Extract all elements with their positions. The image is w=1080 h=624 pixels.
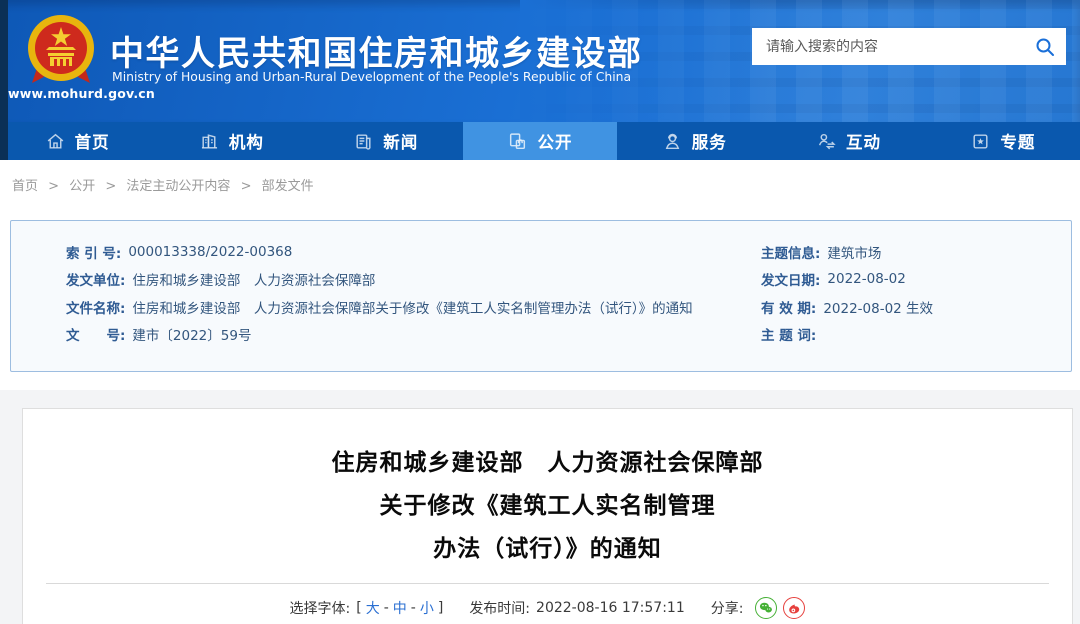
meta-label: 有 效 期: [761, 300, 817, 317]
nav-item-news[interactable]: 新闻 [309, 122, 463, 160]
article-title-line: 关于修改《建筑工人实名制管理 [379, 493, 716, 519]
main-nav: 首页 机构 新闻 公开 服务 互动 专题 [0, 122, 1080, 160]
nav-item-home[interactable]: 首页 [0, 122, 154, 160]
meta-row-index-number: 索 引 号: 000013338/2022-00368 [66, 238, 761, 266]
breadcrumb-statutory-disclosure[interactable]: 法定主动公开内容 [126, 179, 230, 194]
weibo-icon[interactable] [783, 597, 806, 619]
breadcrumb-home[interactable]: 首页 [12, 179, 38, 194]
article-title-line: 住房和城乡建设部 人力资源社会保障部 [331, 450, 764, 476]
meta-label: 主题信息: [761, 245, 821, 262]
nav-label: 机构 [228, 133, 264, 152]
meta-row-keywords: 主 题 词: [761, 321, 1071, 349]
interaction-icon [819, 133, 836, 149]
nav-item-disclosure[interactable]: 公开 [462, 122, 618, 160]
search-input[interactable] [766, 38, 1034, 55]
meta-row-document-number: 文 号: 建市〔2022〕59号 [66, 321, 761, 349]
nav-label: 服务 [691, 133, 727, 152]
breadcrumb-separator: > [240, 179, 252, 194]
publish-time-label: 发布时间: [469, 601, 531, 617]
meta-row-issuing-unit: 发文单位: 住房和城乡建设部 人力资源社会保障部 [66, 266, 761, 294]
bracket: ] [437, 600, 444, 616]
nav-label: 公开 [537, 133, 573, 152]
meta-label: 索 引 号: [66, 245, 122, 262]
meta-right-column: 主题信息: 建筑市场 发文日期: 2022-08-02 有 效 期: 2022-… [761, 238, 1071, 348]
article-title-line: 办法（试行）》的通知 [433, 536, 662, 562]
meta-value: 住房和城乡建设部 人力资源社会保障部关于修改《建筑工人实名制管理办法（试行）》的… [132, 300, 693, 317]
site-title-english: Ministry of Housing and Urban-Rural Deve… [112, 69, 632, 84]
nav-label: 首页 [74, 133, 110, 152]
meta-label: 文件名称: [66, 300, 126, 317]
font-size-large-button[interactable]: 大 [366, 598, 380, 618]
font-size-selector: 选择字体: [ 大 - 中 - 小 ] [290, 598, 444, 618]
publish-time: 发布时间: 2022-08-16 17:57:11 [469, 598, 684, 618]
site-header: www.mohurd.gov.cn 中华人民共和国住房和城乡建设部 Minist… [0, 0, 1080, 122]
wechat-icon[interactable] [755, 597, 778, 619]
page: www.mohurd.gov.cn 中华人民共和国住房和城乡建设部 Minist… [0, 0, 1080, 624]
meta-value: 000013338/2022-00368 [128, 243, 293, 260]
site-title: 中华人民共和国住房和城乡建设部 [110, 34, 643, 74]
topic-icon [973, 133, 988, 149]
meta-value: 2022-08-02 生效 [823, 300, 934, 317]
breadcrumb-current-page: 部发文件 [261, 179, 314, 194]
share-group: 分享: [711, 597, 806, 619]
meta-row-document-title: 文件名称: 住房和城乡建设部 人力资源社会保障部关于修改《建筑工人实名制管理办法… [66, 293, 761, 321]
meta-label: 发文日期: [761, 273, 821, 290]
nav-item-organization[interactable]: 机构 [154, 122, 308, 160]
meta-label: 文 号: [66, 328, 126, 345]
publish-time-value: 2022-08-16 17:57:11 [536, 600, 685, 616]
title-divider [46, 583, 1049, 584]
meta-value: 建市〔2022〕59号 [132, 328, 252, 345]
bracket: [ [356, 600, 362, 616]
search-box [752, 28, 1066, 65]
article-title: 住房和城乡建设部 人力资源社会保障部 关于修改《建筑工人实名制管理 办法（试行）… [23, 442, 1072, 571]
meta-value: 建筑市场 [827, 245, 882, 262]
meta-row-issue-date: 发文日期: 2022-08-02 [761, 266, 1071, 294]
meta-row-effective-date: 有 效 期: 2022-08-02 生效 [761, 293, 1071, 321]
breadcrumb-disclosure[interactable]: 公开 [69, 179, 95, 194]
article-info-bar: 选择字体: [ 大 - 中 - 小 ] 发布时间: 2022-08-16 17:… [23, 597, 1072, 619]
meta-value: 2022-08-02 [827, 271, 906, 288]
meta-left-column: 索 引 号: 000013338/2022-00368 发文单位: 住房和城乡建… [66, 238, 761, 348]
disclosure-icon [510, 132, 526, 149]
meta-label: 发文单位: [66, 273, 126, 290]
left-edge-strip [0, 0, 8, 160]
meta-value: 住房和城乡建设部 人力资源社会保障部 [132, 273, 376, 290]
font-size-label: 选择字体: [289, 601, 351, 617]
organization-icon [201, 133, 217, 149]
font-size-small-button[interactable]: 小 [420, 598, 434, 618]
share-label: 分享: [710, 601, 744, 617]
search-icon[interactable] [1034, 36, 1056, 58]
font-size-medium-button[interactable]: 中 [393, 598, 407, 618]
separator: - [383, 600, 389, 616]
breadcrumb-separator: > [105, 179, 117, 194]
nav-label: 互动 [846, 133, 882, 152]
nav-item-service[interactable]: 服务 [617, 122, 771, 160]
nav-label: 新闻 [383, 133, 419, 152]
nav-item-interaction[interactable]: 互动 [771, 122, 925, 160]
document-meta-box: 索 引 号: 000013338/2022-00368 发文单位: 住房和城乡建… [10, 220, 1072, 372]
meta-row-subject-info: 主题信息: 建筑市场 [761, 238, 1071, 266]
meta-label: 主 题 词: [761, 328, 817, 345]
breadcrumb-separator: > [48, 179, 60, 194]
news-icon [356, 133, 371, 150]
home-icon [47, 133, 63, 149]
service-icon [665, 133, 680, 149]
breadcrumb: 首页 > 公开 > 法定主动公开内容 > 部发文件 [12, 175, 314, 194]
nav-item-topics[interactable]: 专题 [926, 122, 1080, 160]
site-url: www.mohurd.gov.cn [8, 86, 155, 101]
article-card: 住房和城乡建设部 人力资源社会保障部 关于修改《建筑工人实名制管理 办法（试行）… [22, 408, 1073, 624]
nav-label: 专题 [1000, 133, 1036, 152]
separator: - [410, 600, 416, 616]
national-emblem-logo[interactable] [26, 13, 96, 89]
